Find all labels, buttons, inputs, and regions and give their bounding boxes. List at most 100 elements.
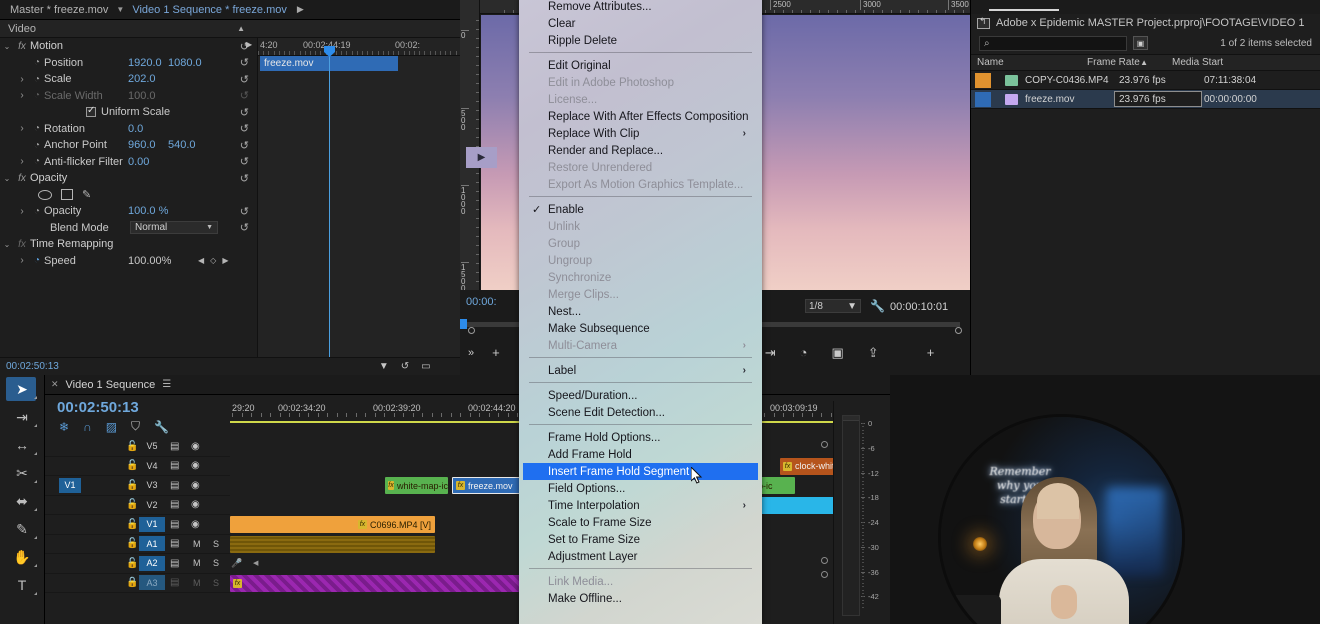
track-name-v1[interactable]: V1 xyxy=(139,516,165,532)
param-opacity[interactable]: › ◔ Opacity 100.0 % ↺ xyxy=(0,203,257,220)
reset-opacity-icon[interactable]: ↺ xyxy=(240,205,249,218)
playback-resolution-select[interactable]: 1/8 ▼ xyxy=(805,299,861,313)
menu-item-frame-hold-options[interactable]: Frame Hold Options... xyxy=(523,429,758,446)
tab-video1-sequence[interactable]: Video 1 Sequence xyxy=(66,379,156,391)
menu-item-render-and-replace[interactable]: Render and Replace... xyxy=(523,142,758,159)
media-start-value[interactable]: 07:11:38:04 xyxy=(1204,75,1256,86)
export-icon[interactable]: ⇪ xyxy=(868,345,879,361)
track-select-forward-tool[interactable]: ⇥ xyxy=(0,403,44,431)
mute-button[interactable]: M xyxy=(193,578,201,588)
timeline-clip[interactable]: fx C0696.MP4 [V] xyxy=(230,516,435,533)
settings-wrench-icon[interactable]: 🔧 xyxy=(870,299,885,313)
track-name-a1[interactable]: A1 xyxy=(139,536,165,552)
reset-anti-flicker-icon[interactable]: ↺ xyxy=(240,155,249,168)
track-visibility-icon[interactable]: ◉ xyxy=(191,499,200,510)
track-name-v5[interactable]: V5 xyxy=(139,439,165,454)
menu-item-label[interactable]: Label › xyxy=(523,362,758,379)
menu-item-clear[interactable]: Clear xyxy=(523,15,758,32)
reset-uniform-scale-icon[interactable]: ↺ xyxy=(240,106,249,119)
collapse-icon[interactable]: ▲ xyxy=(237,24,245,33)
menu-item-field-options[interactable]: Field Options... xyxy=(523,480,758,497)
column-header-name[interactable]: Name xyxy=(971,57,1081,68)
filter-icon[interactable]: ▼ xyxy=(379,361,389,372)
effect-controls-mini-timeline[interactable]: ▶ 4:20 00:02:44:19 00:02: freeze.mov xyxy=(246,38,462,357)
mini-timeline-ruler[interactable]: ▶ 4:20 00:02:44:19 00:02: xyxy=(246,38,462,56)
param-group-motion[interactable]: ⌄ fx Motion ↺ xyxy=(0,38,257,55)
slip-tool[interactable]: ⬌ xyxy=(0,487,44,515)
filter-bin-icon[interactable]: ▣ xyxy=(1133,36,1148,50)
camera-icon[interactable]: ▣ xyxy=(831,345,843,361)
ellipse-mask-icon[interactable] xyxy=(38,189,52,200)
add-keyframe-icon[interactable]: ◇ xyxy=(210,256,216,265)
next-keyframe-icon[interactable]: ▶ xyxy=(222,256,228,265)
column-header-frame-rate[interactable]: Frame Rate ▲ xyxy=(1081,57,1166,68)
lock-icon[interactable]: 🔓 xyxy=(126,480,138,491)
hand-tool[interactable]: ✋ xyxy=(0,543,44,571)
anchor-y-value[interactable]: 540.0 xyxy=(168,139,196,151)
tab-video1-sequence[interactable]: Video 1 Sequence * freeze.mov xyxy=(128,4,291,16)
menu-item-adjustment-layer[interactable]: Adjustment Layer xyxy=(523,548,758,565)
track-visibility-icon[interactable]: ◉ xyxy=(191,480,200,491)
loop-icon[interactable]: ↺ xyxy=(401,361,409,372)
stopwatch-icon[interactable]: ◔ xyxy=(30,57,44,68)
solo-button[interactable]: S xyxy=(213,539,219,549)
menu-item-scene-edit-detection[interactable]: Scene Edit Detection... xyxy=(523,404,758,421)
sync-lock-icon[interactable]: ▤ xyxy=(170,558,179,569)
twirl-down-icon[interactable]: ⌄ xyxy=(0,174,14,183)
solo-button[interactable]: S xyxy=(213,578,219,588)
in-point-knob[interactable] xyxy=(468,327,475,334)
sync-lock-icon[interactable]: ▤ xyxy=(170,480,179,491)
reset-opacity-group-icon[interactable]: ↺ xyxy=(240,172,249,185)
snap-icon[interactable]: ❄ xyxy=(59,420,69,434)
anti-flicker-value[interactable]: 0.00 xyxy=(128,156,149,168)
prev-keyframe-icon[interactable]: ◀ xyxy=(198,256,204,265)
media-start-value[interactable]: 00:00:00:00 xyxy=(1204,94,1257,105)
plus-icon[interactable]: + xyxy=(492,345,500,360)
track-name-v2[interactable]: V2 xyxy=(139,497,165,512)
type-tool[interactable]: T xyxy=(0,571,44,599)
stopwatch-icon[interactable]: ◔ xyxy=(30,123,44,134)
menu-item-make-offline[interactable]: Make Offline... xyxy=(523,590,758,607)
navigate-up-icon[interactable] xyxy=(977,16,990,29)
menu-item-nest[interactable]: Nest... xyxy=(523,303,758,320)
menu-item-add-frame-hold[interactable]: Add Frame Hold xyxy=(523,446,758,463)
wrench-icon[interactable]: 🔧 xyxy=(154,420,169,434)
safe-margins-icon[interactable]: ▭ xyxy=(421,361,430,372)
timeline-playhead-timecode[interactable]: 00:02:50:13 xyxy=(57,399,139,416)
stopwatch-icon[interactable]: ◔ xyxy=(30,255,44,266)
menu-item-time-interpolation[interactable]: Time Interpolation › xyxy=(523,497,758,514)
param-group-time-remapping[interactable]: ⌄ fx Time Remapping xyxy=(0,236,257,253)
stopwatch-icon[interactable]: ◔ xyxy=(30,156,44,167)
selection-tool[interactable]: ➤ xyxy=(0,375,44,403)
menu-item-replace-with-after-effects-composition[interactable]: Replace With After Effects Composition xyxy=(523,108,758,125)
twirl-right-icon[interactable]: › xyxy=(14,74,30,85)
track-header-v5[interactable]: 🔓 V5 ▤ ◉ xyxy=(45,437,230,457)
frame-rate-value[interactable]: 23.976 fps xyxy=(1119,94,1166,105)
lock-icon[interactable]: 🔓 xyxy=(126,441,138,452)
razor-tool[interactable]: ✂ xyxy=(0,459,44,487)
clip-name[interactable]: COPY-C0436.MP4 xyxy=(1025,75,1109,86)
track-name-a3[interactable]: A3 xyxy=(139,575,165,591)
param-position[interactable]: ◔ Position 1920.0 1080.0 ↺ xyxy=(0,55,257,72)
twirl-right-icon[interactable]: › xyxy=(14,255,30,266)
mini-timeline-play-icon[interactable]: ▶ xyxy=(246,40,252,49)
anchor-x-value[interactable]: 960.0 xyxy=(128,139,156,151)
track-header-v1[interactable]: 🔓 V1 ▤ ◉ xyxy=(45,515,230,535)
frame-rate-value[interactable]: 23.976 fps xyxy=(1119,75,1166,86)
param-uniform-scale[interactable]: Uniform Scale ↺ xyxy=(0,104,257,121)
lock-icon[interactable]: 🔒 xyxy=(126,577,138,588)
twirl-down-icon[interactable]: ⌄ xyxy=(0,240,14,249)
lock-icon[interactable]: 🔓 xyxy=(126,519,138,530)
mute-button[interactable]: M xyxy=(193,539,201,549)
menu-item-enable[interactable]: ✓ Enable xyxy=(523,201,758,218)
track-header-v4[interactable]: 🔓 V4 ▤ ◉ xyxy=(45,457,230,476)
rotation-value[interactable]: 0.0 xyxy=(128,123,143,135)
stopwatch-icon[interactable]: ◔ xyxy=(30,74,44,85)
vertical-ruler[interactable]: 0 500 1000 1500 xyxy=(460,0,480,290)
scrubber-playhead[interactable] xyxy=(460,319,467,329)
uniform-scale-checkbox[interactable] xyxy=(86,105,96,118)
param-rotation[interactable]: › ◔ Rotation 0.0 ↺ xyxy=(0,121,257,138)
table-row[interactable]: COPY-C0436.MP4 23.976 fps 07:11:38:04 xyxy=(971,71,1320,90)
plus-icon[interactable]: + xyxy=(927,345,935,360)
column-header-media-start[interactable]: Media Start xyxy=(1166,57,1266,68)
